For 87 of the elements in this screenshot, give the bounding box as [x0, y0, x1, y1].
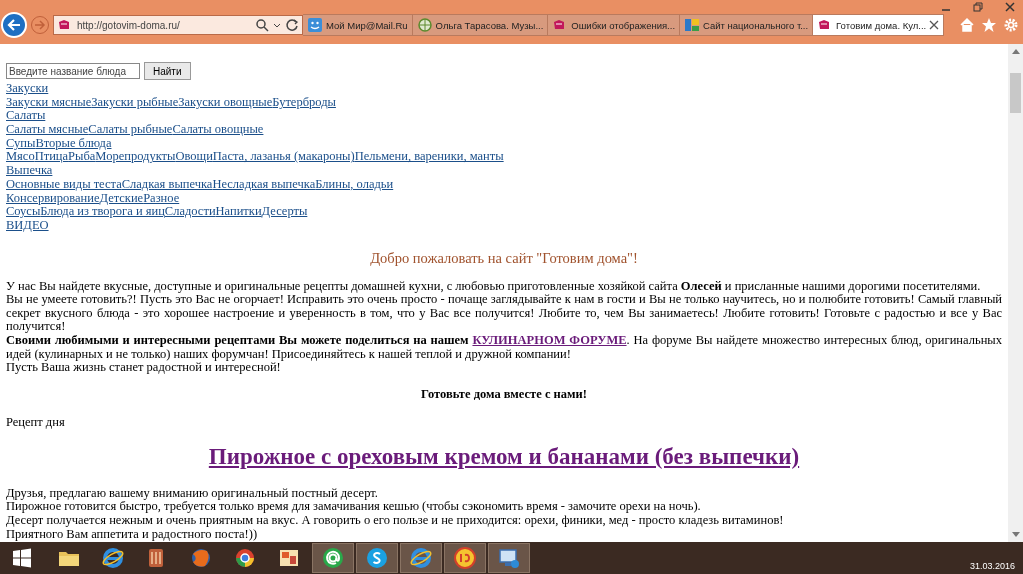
scroll-up-icon[interactable]: [1011, 49, 1020, 54]
nav-link[interactable]: Салаты: [6, 108, 46, 123]
paragraph: Пусть Ваша жизнь станет радостной и интересной!: [6, 361, 281, 375]
chat-bubble-icon: [365, 546, 389, 570]
paragraph: Вы не умеете готовить?! Пусть это Вас не огорчает! Исправить это очень просто - почаще заглядывайте к нам в гости и Вы не только научитесь, но и полюбите готовить! Самый главный секрет вкусного блюда - это хорошее настроение и уверенность в том, что у Вас все получится! Любите то, чем Вы занимаетесь! Любите готовить! Готовьте с радостью и все у Вас получится!: [6, 293, 1002, 334]
tab-title: Сайт национального т...: [703, 19, 809, 31]
nav-link[interactable]: Салаты рыбные: [88, 122, 173, 137]
nav-link[interactable]: ВИДЕО: [6, 217, 49, 232]
recipe-text: Пирожное готовится быстро, требуется только время для замачивания кешью (чтобы сэкономить время - замочите орехи на ночь).: [6, 500, 702, 514]
recipe-text: Друзья, предлагаю вашему вниманию оригинальный постный десерт.: [6, 486, 379, 501]
nav-link[interactable]: Рыба: [68, 149, 96, 164]
globe-icon: [416, 17, 433, 33]
browser-tab[interactable]: Ошибки отображения...: [548, 14, 681, 36]
nav-link[interactable]: Выпечка: [6, 163, 53, 178]
back-button[interactable]: [1, 12, 27, 38]
close-icon[interactable]: [929, 20, 940, 30]
nav-link[interactable]: Морепродукты: [95, 149, 176, 164]
recipe-text: Десерт получается нежным и очень приятным на вкус. А говорить о его пользе и не приходится: орехи, финики, мед - просто кладезь витаминов!: [6, 513, 785, 528]
nav-link[interactable]: Соусы: [6, 204, 41, 219]
clock-date: 31.03.2016: [969, 561, 1015, 571]
url-text: http://gotovim-doma.ru/: [77, 19, 181, 31]
circle-logo-icon: [233, 546, 257, 570]
paragraph: Своими любимыми и интересными рецептами Вы можете поделиться на нашем КУЛИНАРНОМ ФОРУМЕ. На форуме Вы найдете множество интересных блюд, оригинальных идей (кулинарных и не только) наших форумчан! Присоединяйтесь к нашей теплой и дружной компании!: [6, 333, 1002, 362]
tab-title: Мой Мир@Mail.Ru: [326, 19, 408, 31]
refresh-icon[interactable]: [285, 18, 299, 32]
monitor-icon: [497, 546, 521, 570]
nav-link[interactable]: Блюда из творога и яиц: [40, 204, 165, 219]
scrollbar[interactable]: [1008, 44, 1023, 542]
nav-link[interactable]: Супы: [6, 135, 36, 150]
taskbar-button[interactable]: [488, 543, 530, 573]
nav-link[interactable]: Основные виды теста: [6, 176, 122, 191]
restore-icon[interactable]: [973, 2, 983, 12]
scroll-thumb[interactable]: [1010, 73, 1021, 113]
browser-tab[interactable]: Готовим дома. Кул...: [813, 14, 945, 36]
tab-title: Готовим дома. Кул...: [836, 19, 927, 31]
at-sign-icon: [321, 546, 345, 570]
nav-link[interactable]: Закуски рыбные: [91, 94, 179, 109]
nav-link[interactable]: Мясо: [6, 149, 35, 164]
nav-link[interactable]: Вторые блюда: [35, 135, 112, 150]
nav-link[interactable]: Блины, оладьи: [315, 176, 394, 191]
browser-icon: [101, 546, 125, 570]
nav-link[interactable]: Салаты мясные: [6, 122, 89, 137]
nav-link[interactable]: Паста, лазанья (макароны): [212, 149, 355, 164]
nav-link[interactable]: Сладкая выпечка: [121, 176, 213, 191]
motto-text: Готовьте дома вместе с нами!: [420, 386, 588, 402]
search-button[interactable]: Найти: [144, 62, 191, 80]
address-bar[interactable]: http://gotovim-doma.ru/: [53, 15, 303, 35]
nav-link[interactable]: Закуски овощные: [178, 94, 273, 109]
nav-link[interactable]: Детские: [99, 190, 144, 205]
close-icon[interactable]: [1005, 2, 1015, 12]
nav-link[interactable]: Напитки: [215, 204, 262, 219]
nav-link[interactable]: Разное: [143, 190, 180, 205]
nav-link[interactable]: Салаты овощные: [172, 122, 264, 137]
search-field[interactable]: Введите название блюда: [6, 63, 140, 79]
nav-link[interactable]: Несладкая выпечка: [212, 176, 316, 191]
taskbar-button[interactable]: [312, 543, 354, 573]
nav-link[interactable]: Десерты: [261, 204, 308, 219]
nav-link[interactable]: Птица: [34, 149, 69, 164]
smiley-icon: [307, 17, 323, 33]
welcome-heading: Добро пожаловать на сайт "Готовим дома"!: [369, 249, 639, 267]
forum-link[interactable]: КУЛИНАРНОМ ФОРУМЕ: [472, 332, 627, 347]
start-icon[interactable]: [12, 548, 32, 568]
nav-link[interactable]: Пельмени, вареники, манты: [354, 149, 504, 164]
tab-title: Ошибки отображения...: [571, 19, 676, 31]
nav-link[interactable]: Консервирование: [6, 190, 100, 205]
recipe-title-link[interactable]: Пирожное с ореховым кремом и бананами (без выпечки): [208, 443, 800, 469]
star-icon[interactable]: [981, 17, 997, 33]
browser-tab[interactable]: Ольга Тарасова. Музы...: [412, 14, 549, 36]
nav-link[interactable]: Закуски мясные: [6, 94, 92, 109]
paragraph: У нас Вы найдете вкусные, доступные и оригинальные рецепты домашней кухни, с любовью приготовленные хозяйкой сайта Олесей и присланные нашими дорогими посетителями.: [6, 279, 982, 294]
nav-link[interactable]: Сладости: [164, 204, 216, 219]
flag-icon: [684, 17, 701, 33]
browser-icon: [409, 546, 433, 570]
nav-link[interactable]: Овощи: [175, 149, 213, 164]
forward-arrow-icon: [34, 19, 46, 31]
nav-link[interactable]: Бутерброды: [272, 94, 336, 109]
section-label: Рецепт дня: [6, 414, 66, 430]
browser-tab[interactable]: Мой Мир@Mail.Ru: [303, 14, 413, 36]
scroll-down-icon[interactable]: [1011, 532, 1020, 537]
browser-tab[interactable]: Сайт национального т...: [680, 14, 814, 36]
taskbar-button[interactable]: [356, 543, 398, 573]
nav-link[interactable]: Закуски: [6, 81, 49, 95]
back-arrow-icon: [6, 17, 22, 33]
tab-title: Ольга Тарасова. Музы...: [435, 19, 544, 31]
search-icon[interactable]: [255, 18, 269, 32]
recipe-text: Приятного Вам аппетита и радостного поста!)): [6, 527, 259, 542]
round-emblem-icon: [453, 546, 477, 570]
